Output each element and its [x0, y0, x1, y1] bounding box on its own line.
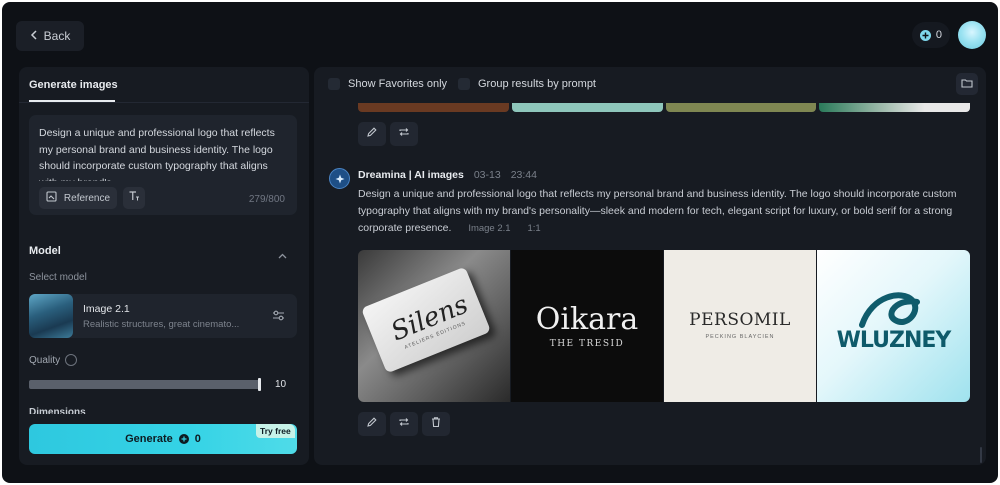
- scrollbar[interactable]: [980, 447, 982, 463]
- quality-label: Quality: [29, 354, 78, 366]
- generation-prompt-text: Design a unique and professional logo th…: [358, 188, 957, 234]
- generate-cost: 0: [194, 433, 201, 445]
- char-counter: 279/800: [248, 194, 285, 205]
- dreamina-logo-icon: [329, 168, 350, 189]
- pencil-icon: [366, 415, 378, 433]
- quality-slider-handle[interactable]: [258, 378, 261, 391]
- top-bar: Back 0: [2, 2, 998, 64]
- logo-text: WLUZNEY: [836, 328, 952, 353]
- quality-value: 10: [275, 379, 287, 390]
- previous-generation-images[interactable]: [358, 103, 970, 112]
- text-format-icon: [128, 189, 140, 207]
- model-tag: Image 2.1: [468, 223, 511, 234]
- folder-button[interactable]: [956, 73, 978, 95]
- show-favorites-filter[interactable]: Show Favorites only: [328, 78, 447, 90]
- edit-button[interactable]: [358, 412, 386, 436]
- prompt-text[interactable]: Design a unique and professional logo th…: [39, 125, 279, 181]
- select-model-label: Select model: [29, 272, 87, 283]
- image-thumbnail[interactable]: [511, 103, 663, 112]
- avatar[interactable]: [958, 21, 986, 49]
- try-free-badge: Try free: [256, 424, 295, 438]
- generated-images: Silens ATELIERS ÉDITIONS Oikara THE TRES…: [358, 250, 970, 402]
- logo-text: PERSOMIL: [689, 310, 791, 330]
- model-section-title: Model: [29, 245, 61, 257]
- regenerate-button[interactable]: [390, 412, 418, 436]
- logo-subtext: PECKING BLAYCIEN: [705, 334, 775, 340]
- group-by-prompt-label: Group results by prompt: [478, 78, 596, 90]
- credits-badge[interactable]: 0: [911, 22, 950, 48]
- dimensions-label: Dimensions: [29, 407, 86, 414]
- group-by-prompt-filter[interactable]: Group results by prompt: [458, 78, 596, 90]
- quality-slider[interactable]: [29, 380, 261, 389]
- generated-image[interactable]: PERSOMIL PECKING BLAYCIEN: [664, 250, 816, 402]
- reference-label: Reference: [63, 192, 111, 204]
- model-thumbnail: [29, 294, 73, 338]
- image-thumbnail[interactable]: [819, 103, 970, 112]
- generation-prompt: Design a unique and professional logo th…: [358, 186, 958, 237]
- info-icon[interactable]: [65, 354, 78, 366]
- app-window: Back 0 Generate images Design a unique a…: [2, 2, 998, 483]
- sliders-icon[interactable]: [272, 309, 285, 327]
- generation-header: Dreamina | AI images 03-13 23:44: [358, 169, 537, 181]
- business-card: Silens ATELIERS ÉDITIONS: [360, 266, 492, 374]
- generated-image[interactable]: Oikara THE TRESID: [511, 250, 663, 402]
- edit-button[interactable]: [358, 122, 386, 146]
- model-description: Realistic structures, great cinemato...: [83, 319, 240, 330]
- generation-date: 03-13: [473, 169, 501, 181]
- quality-text: Quality: [29, 354, 61, 366]
- folder-icon: [961, 75, 973, 93]
- image-thumbnail[interactable]: [358, 103, 509, 112]
- chevron-left-icon: [30, 29, 38, 43]
- repeat-icon: [398, 125, 410, 143]
- generation-time: 23:44: [510, 169, 537, 181]
- group-by-prompt-checkbox[interactable]: [458, 78, 470, 90]
- logo-text: Oikara: [535, 302, 639, 337]
- divider: [19, 102, 309, 103]
- results-panel: Show Favorites only Group results by pro…: [314, 67, 986, 465]
- show-favorites-checkbox[interactable]: [328, 78, 340, 90]
- trash-icon: [430, 415, 442, 433]
- generated-image[interactable]: Silens ATELIERS ÉDITIONS: [358, 250, 510, 402]
- model-selector[interactable]: Image 2.1 Realistic structures, great ci…: [29, 294, 297, 338]
- back-button[interactable]: Back: [16, 21, 84, 51]
- repeat-icon: [398, 415, 410, 433]
- credit-icon: [178, 434, 189, 444]
- generation-author: Dreamina | AI images: [358, 169, 464, 181]
- swirl-logo-icon: [859, 292, 920, 328]
- ratio-tag: 1:1: [527, 223, 541, 234]
- delete-button[interactable]: [422, 412, 450, 436]
- image-reference-icon: [46, 190, 58, 206]
- generate-label: Generate: [125, 433, 173, 445]
- reference-button[interactable]: Reference: [39, 187, 117, 209]
- show-favorites-label: Show Favorites only: [348, 78, 448, 90]
- credits-count: 0: [935, 29, 942, 41]
- tab-generate-images[interactable]: Generate images: [29, 79, 118, 91]
- regenerate-button[interactable]: [390, 122, 418, 146]
- text-format-button[interactable]: [123, 187, 145, 209]
- generated-image[interactable]: WLUZNEY: [817, 250, 970, 402]
- image-thumbnail[interactable]: [665, 103, 817, 112]
- pencil-icon: [366, 125, 378, 143]
- back-label: Back: [43, 29, 71, 43]
- prompt-input[interactable]: Design a unique and professional logo th…: [29, 115, 297, 215]
- chevron-up-icon[interactable]: [278, 246, 287, 264]
- generate-panel: Generate images Design a unique and prof…: [19, 67, 309, 465]
- logo-subtext: THE TRESID: [549, 339, 625, 349]
- model-name: Image 2.1: [83, 303, 130, 315]
- credit-icon: [919, 29, 931, 41]
